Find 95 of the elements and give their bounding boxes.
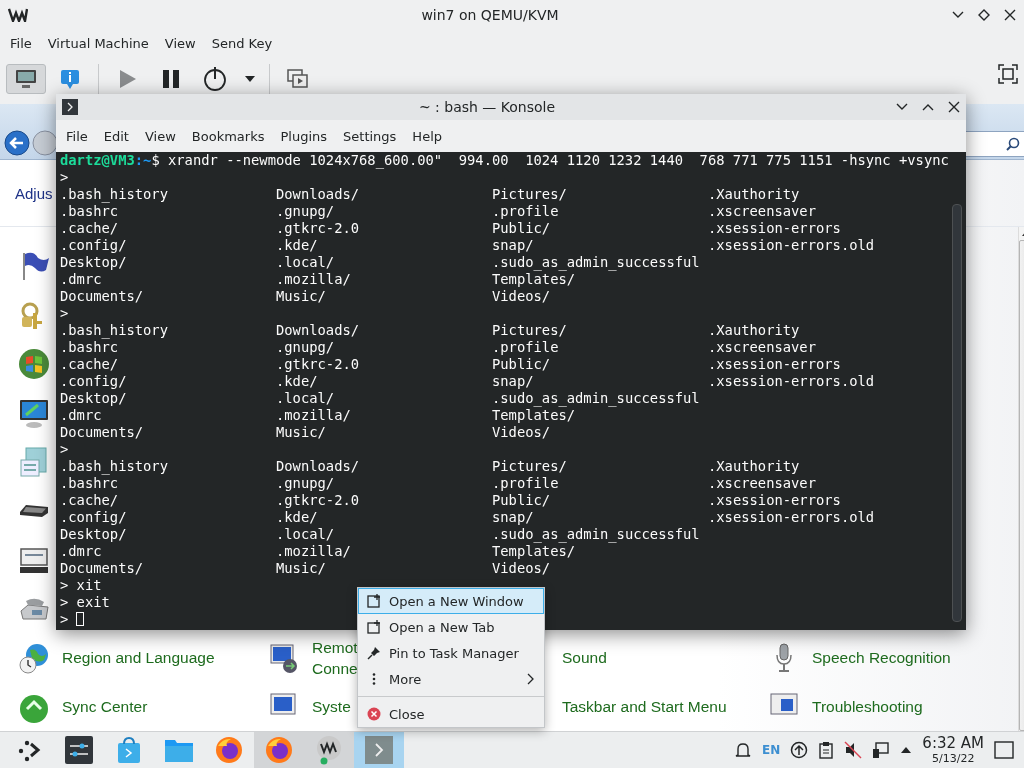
file-name: .local/	[276, 254, 336, 271]
file-name: .sudo_as_admin_successful	[492, 390, 701, 407]
window-title: win7 on QEMU/KVM	[420, 6, 560, 23]
file-name: Public/	[492, 356, 552, 373]
file-name: Desktop/	[60, 526, 128, 543]
link-label: Sync Center	[62, 697, 148, 717]
file-name: .xsession-errors	[708, 356, 842, 373]
file-name: Documents/	[60, 288, 145, 305]
file-name: .kde/	[276, 509, 319, 526]
file-name: Downloads/	[276, 322, 361, 339]
file-name: .kde/	[276, 373, 319, 390]
file-name: .bash_history	[60, 458, 169, 475]
page-heading: Adjus	[15, 184, 53, 202]
prompt-line: dartz@VM3:~$ xrandr --newmode 1024x768_600.00" 994.00 1024 1120 1232 1440 768 771 775 1151 -hsync +vsync	[60, 152, 950, 169]
file-name: Templates/	[492, 407, 577, 424]
file-name: Videos/	[492, 424, 552, 441]
terminal-line: > exit	[60, 594, 110, 610]
window-title: ~ : bash — Konsole	[417, 99, 557, 115]
file-name: .Xauthority	[708, 458, 801, 475]
file-name: Downloads/	[276, 186, 361, 203]
file-name: .cache/	[60, 220, 120, 237]
file-name: .kde/	[276, 237, 319, 254]
link-label: Region and Language	[62, 648, 215, 668]
clock-time: 6:32 AM	[922, 735, 984, 752]
file-name: .mozilla/	[276, 543, 352, 560]
file-name: .mozilla/	[276, 407, 352, 424]
file-name: .xsession-errors.old	[708, 373, 876, 390]
terminal-line: > xit	[60, 577, 102, 593]
file-name: Pictures/	[492, 322, 568, 339]
file-name: .profile	[492, 339, 560, 356]
link-label: Syste	[312, 697, 351, 717]
file-name: .xsession-errors.old	[708, 509, 876, 526]
file-name: .bashrc	[60, 475, 120, 492]
file-name: .dmrc	[60, 271, 103, 288]
file-name: .config/	[60, 237, 128, 254]
file-name: .gtkrc-2.0	[276, 220, 361, 237]
file-name: .bash_history	[60, 322, 169, 339]
link-label: Remot Conne	[312, 637, 358, 679]
file-name: .dmrc	[60, 543, 103, 560]
file-name: snap/	[492, 237, 535, 254]
link-label: Sound	[562, 648, 607, 668]
file-name: Music/	[276, 560, 327, 577]
file-name: .config/	[60, 509, 128, 526]
file-name: .profile	[492, 475, 560, 492]
file-name: .sudo_as_admin_successful	[492, 526, 701, 543]
file-name: .config/	[60, 373, 128, 390]
file-name: .cache/	[60, 356, 120, 373]
file-name: Desktop/	[60, 254, 128, 271]
file-name: .cache/	[60, 492, 120, 509]
file-name: .xsession-errors	[708, 492, 842, 509]
terminal-line: >	[60, 169, 69, 185]
clock-date: 5/13/22	[931, 752, 975, 765]
file-name: .Xauthority	[708, 186, 801, 203]
file-name: .xscreensaver	[708, 203, 817, 220]
file-name: .local/	[276, 390, 336, 407]
file-name: Videos/	[492, 288, 552, 305]
file-name: Templates/	[492, 271, 577, 288]
file-name: Public/	[492, 492, 552, 509]
terminal-line: >	[60, 441, 69, 457]
terminal-line: >	[60, 305, 69, 321]
file-name: .gnupg/	[276, 203, 336, 220]
link-label: Troubleshooting	[812, 697, 923, 717]
file-name: Pictures/	[492, 186, 568, 203]
file-name: .Xauthority	[708, 322, 801, 339]
file-name: .xsession-errors.old	[708, 237, 876, 254]
terminal-line: >	[60, 611, 69, 627]
file-name: Music/	[276, 288, 327, 305]
file-name: .bashrc	[60, 339, 120, 356]
link-label: Taskbar and Start Menu	[562, 697, 727, 717]
file-name: .xsession-errors	[708, 220, 842, 237]
file-name: .dmrc	[60, 407, 103, 424]
file-name: Downloads/	[276, 458, 361, 475]
file-name: .sudo_as_admin_successful	[492, 254, 701, 271]
file-name: .xscreensaver	[708, 339, 817, 356]
file-name: Public/	[492, 220, 552, 237]
file-name: Music/	[276, 424, 327, 441]
file-name: Desktop/	[60, 390, 128, 407]
file-name: .profile	[492, 203, 560, 220]
file-name: snap/	[492, 509, 535, 526]
file-name: snap/	[492, 373, 535, 390]
file-name: .xscreensaver	[708, 475, 817, 492]
file-name: .bash_history	[60, 186, 169, 203]
file-name: Pictures/	[492, 458, 568, 475]
file-name: Videos/	[492, 560, 552, 577]
file-name: .mozilla/	[276, 271, 352, 288]
file-name: .local/	[276, 526, 336, 543]
link-label: Speech Recognition	[812, 648, 951, 668]
file-name: .gtkrc-2.0	[276, 356, 361, 373]
file-name: .gnupg/	[276, 339, 336, 356]
file-name: .bashrc	[60, 203, 120, 220]
file-name: Documents/	[60, 424, 145, 441]
file-name: .gtkrc-2.0	[276, 492, 361, 509]
file-name: Templates/	[492, 543, 577, 560]
file-name: Documents/	[60, 560, 145, 577]
file-name: .gnupg/	[276, 475, 336, 492]
